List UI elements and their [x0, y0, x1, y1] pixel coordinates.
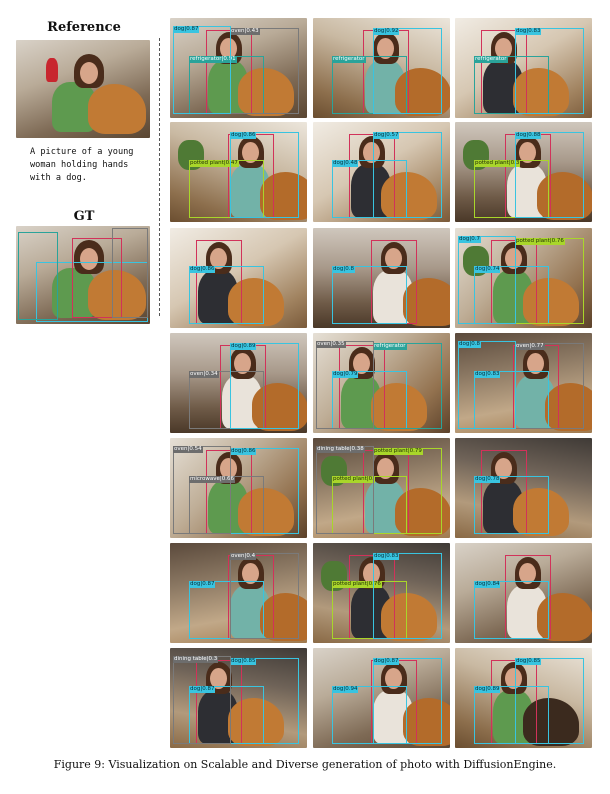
- detection-label: oven|0.35: [316, 341, 346, 348]
- detection-box: dining table|0.3: [173, 656, 231, 744]
- detection-label: dog|0.87: [173, 26, 200, 33]
- detection-label: dog|0.89: [474, 686, 501, 693]
- generated-image: refrigerator dog|0.83: [455, 18, 592, 118]
- generated-image: microwave|0.66 dog|0.86 oven|0.54: [170, 438, 307, 538]
- detection-label: dog|0.83: [373, 553, 400, 560]
- reference-image: [16, 40, 150, 138]
- figure-caption: Figure 9: Visualization on Scalable and …: [53, 758, 557, 771]
- detection-label: dog|0.85: [515, 658, 542, 665]
- generated-image: potted plant|0.3 dog|0.88: [455, 122, 592, 222]
- detection-label: dog|0.84: [474, 581, 501, 588]
- section-divider: [159, 38, 160, 316]
- detection-box: dog|0.57: [373, 132, 442, 218]
- detection-box: oven|0.43: [230, 28, 299, 114]
- detection-box: dog|0.7: [458, 236, 516, 324]
- detection-box: dog|0.87: [373, 658, 442, 744]
- detection-label: dog|0.85: [230, 658, 257, 665]
- generated-image: dog|0.48 dog|0.57: [313, 122, 450, 222]
- detection-label: dog|0.48: [332, 160, 359, 167]
- generated-image: oven|0.34 dog|0.89: [170, 333, 307, 433]
- detection-label: dining table|0.3: [173, 656, 219, 663]
- detection-label: potted plant|0.79: [373, 448, 423, 455]
- detection-box: dog|0.8: [458, 341, 516, 429]
- detection-label: dining table|0.38: [316, 446, 365, 453]
- generated-image: dog|0.79 refrigerator oven|0.35: [313, 333, 450, 433]
- reference-title: Reference: [47, 20, 121, 35]
- generated-image: dog|0.87 oven|0.4: [170, 543, 307, 643]
- reference-caption-line: A picture of a young: [30, 147, 134, 157]
- detection-box: oven|0.77: [515, 343, 584, 429]
- generated-image: dog|0.86: [170, 228, 307, 328]
- detection-label: dog|0.87: [189, 581, 216, 588]
- generated-image: dog|0.8: [313, 228, 450, 328]
- detection-box: dog|0.86: [189, 266, 264, 324]
- detection-label: dog|0.8: [458, 341, 481, 348]
- detection-label: refrigerator: [373, 343, 407, 350]
- generated-image: dog|0.78: [455, 438, 592, 538]
- reference-caption-line: with a dog.: [30, 173, 87, 183]
- detection-label: dog|0.94: [332, 686, 359, 693]
- detection-label: oven|0.77: [515, 343, 545, 350]
- detection-box: dog|0.89: [230, 343, 299, 429]
- detection-box: dog|0.83: [373, 553, 442, 639]
- detection-box: dog|0.86: [230, 448, 299, 534]
- detection-box: dining table|0.38: [316, 446, 374, 534]
- generated-image: potted plant|0.47 dog|0.86: [170, 122, 307, 222]
- detection-box: dog|0.88: [515, 132, 584, 218]
- detection-label: dog|0.7: [458, 236, 481, 243]
- detection-box: dog|0.85: [230, 658, 299, 744]
- generated-image: refrigerator dog|0.92: [313, 18, 450, 118]
- detection-label: oven|0.4: [230, 553, 257, 560]
- gt-title: GT: [73, 209, 95, 224]
- generated-image: dog|0.83 oven|0.77 dog|0.8: [455, 333, 592, 433]
- reference-caption: A picture of a young woman holding hands…: [30, 146, 150, 185]
- reference-caption-line: woman holding hands: [30, 160, 129, 170]
- detection-label: oven|0.54: [173, 446, 203, 453]
- detection-label: dog|0.88: [515, 132, 542, 139]
- detection-label: dog|0.86: [230, 448, 257, 455]
- generated-image: potted plant|0. potted plant|0.79 dining t…: [313, 438, 450, 538]
- detection-label: dog|0.89: [230, 343, 257, 350]
- detection-box: oven|0.4: [230, 553, 299, 639]
- detection-box: dog|0.85: [515, 658, 584, 744]
- detection-label: potted plant|0.3: [474, 160, 521, 167]
- detection-label: dog|0.8: [332, 266, 355, 273]
- detection-label: refrigerator: [474, 56, 508, 63]
- detection-label: dog|0.86: [230, 132, 257, 139]
- detection-label: potted plant|0.76: [515, 238, 565, 245]
- detection-label: dog|0.78: [474, 476, 501, 483]
- detection-label: dog|0.86: [189, 266, 216, 273]
- detection-box: oven|0.54: [173, 446, 231, 534]
- detection-label: dog|0.92: [373, 28, 400, 35]
- detection-box: dog|0.87: [173, 26, 231, 114]
- generated-image: dog|0.74 potted plant|0.76 dog|0.7: [455, 228, 592, 328]
- detection-box: potted plant|0.76: [515, 238, 584, 324]
- detection-box: dog|0.83: [515, 28, 584, 114]
- detection-label: oven|0.43: [230, 28, 260, 35]
- detection-box: oven|0.35: [316, 341, 374, 429]
- detection-label: dog|0.87: [373, 658, 400, 665]
- detection-label: dog|0.57: [373, 132, 400, 139]
- detection-label: oven|0.34: [189, 371, 219, 378]
- generated-image: dog|0.87 dog|0.85 dining table|0.3: [170, 648, 307, 748]
- generated-image: refrigerator|0.91 oven|0.43 dog|0.87: [170, 18, 307, 118]
- detection-box: dog|0.8: [332, 266, 407, 324]
- detection-label: dog|0.83: [515, 28, 542, 35]
- generated-image: potted plant|0.76 dog|0.83: [313, 543, 450, 643]
- detection-label: refrigerator: [332, 56, 366, 63]
- detection-box: dog|0.92: [373, 28, 442, 114]
- detection-box: dog|0.86: [230, 132, 299, 218]
- detection-box: potted plant|0.79: [373, 448, 442, 534]
- generated-image: dog|0.84: [455, 543, 592, 643]
- detection-box: dog|0.84: [474, 581, 549, 639]
- gt-image: [16, 226, 150, 324]
- generated-image: dog|0.94 dog|0.87: [313, 648, 450, 748]
- generated-image: dog|0.89 dog|0.85: [455, 648, 592, 748]
- detection-box: refrigerator: [373, 343, 442, 429]
- detection-box: dog|0.78: [474, 476, 549, 534]
